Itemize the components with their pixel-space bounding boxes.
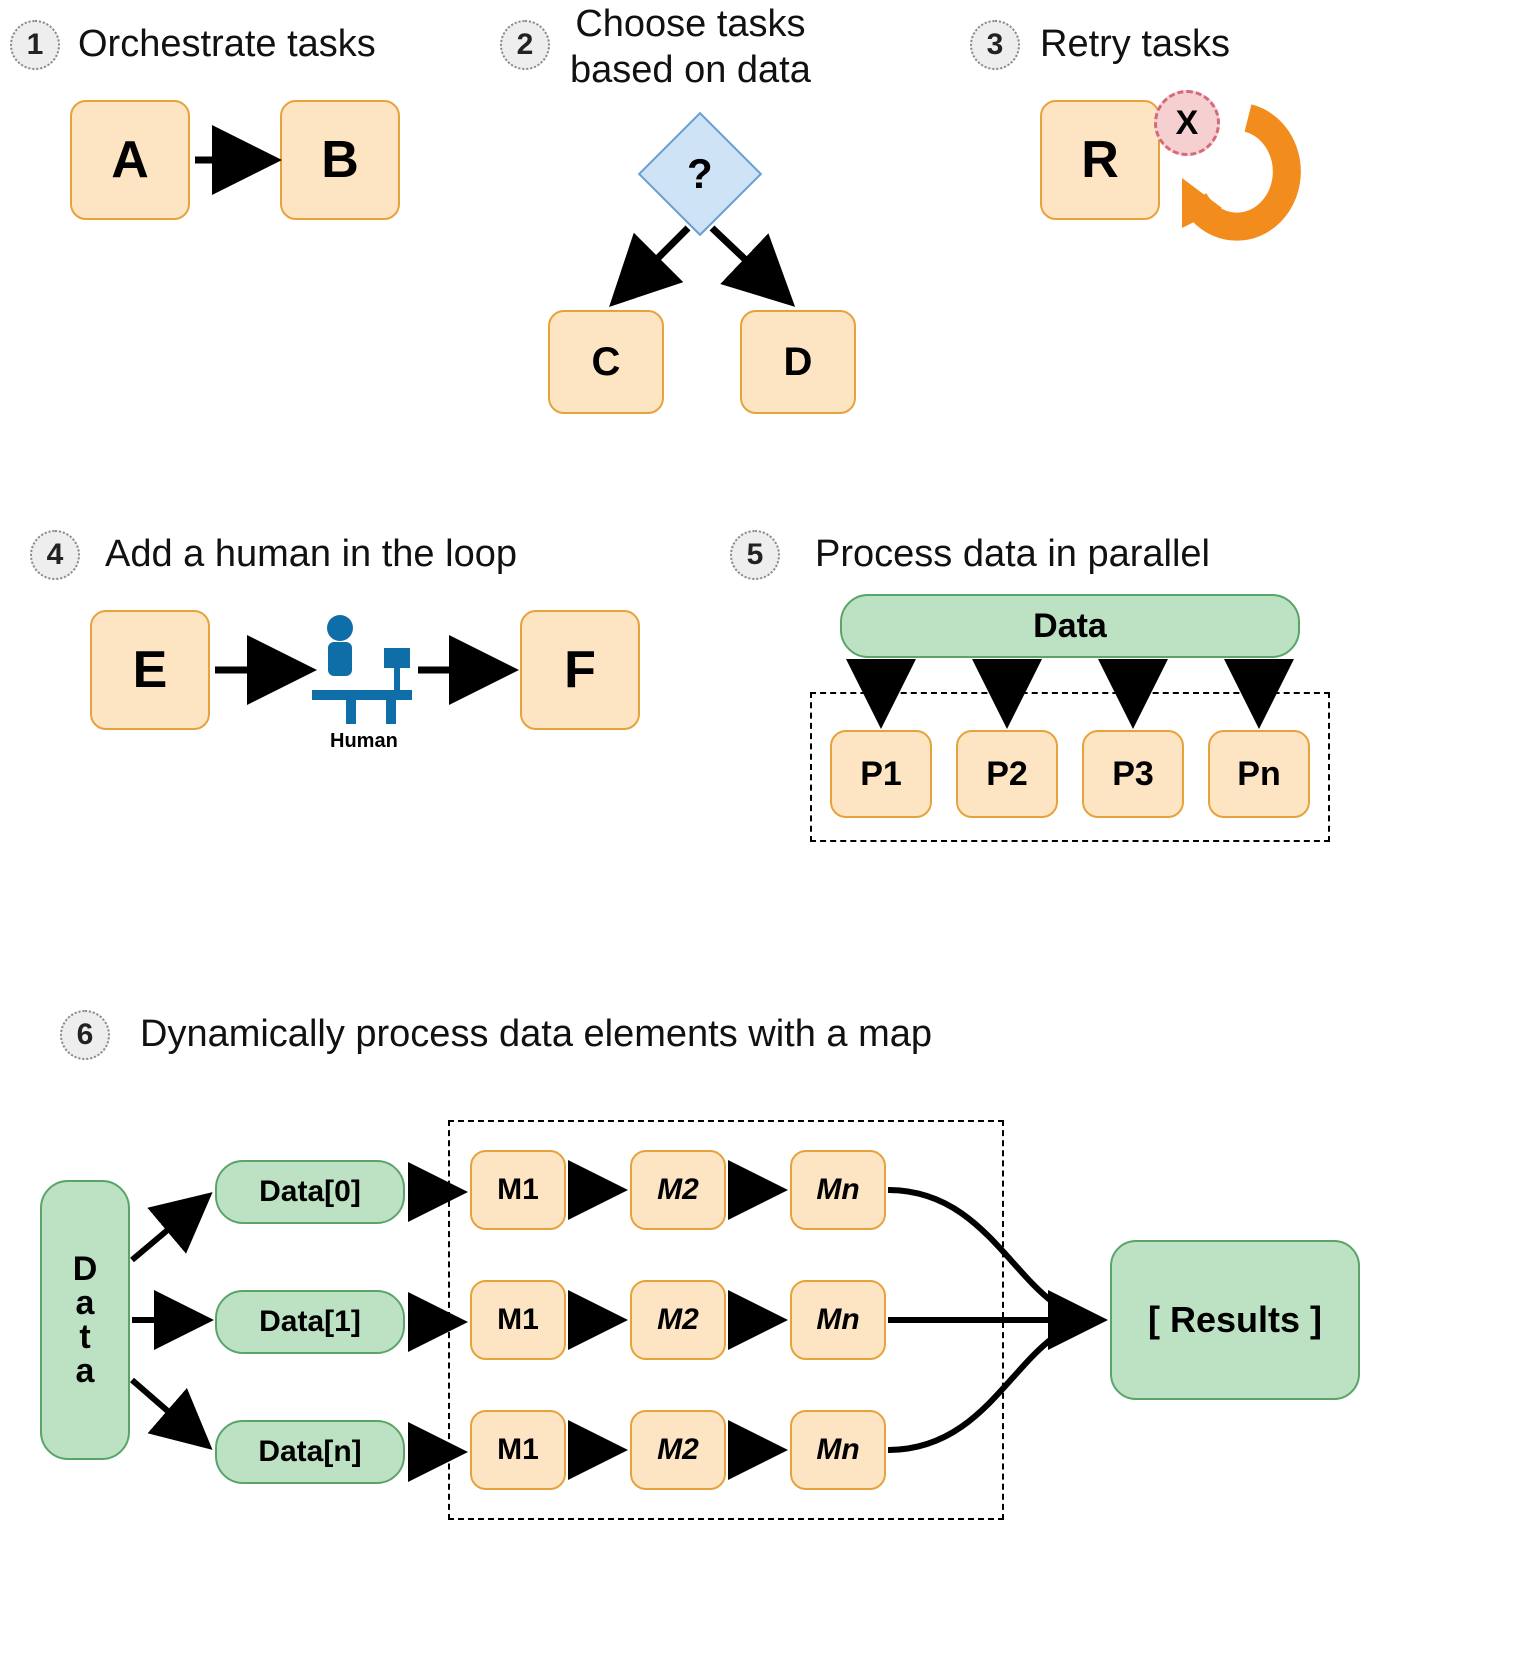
- task-label: D: [784, 340, 813, 385]
- section-badge-4: 4: [30, 530, 80, 580]
- task-p1: P1: [830, 730, 932, 818]
- task-d: D: [740, 310, 856, 414]
- task-label: M1: [497, 1303, 539, 1337]
- data-label: Data: [1033, 607, 1107, 646]
- task-c: C: [548, 310, 664, 414]
- task-mn-r0: Mn: [790, 1150, 886, 1230]
- task-label: Mn: [816, 1303, 859, 1337]
- task-p2: P2: [956, 730, 1058, 818]
- section-title-4: Add a human in the loop: [105, 532, 517, 578]
- data-row-label: Data[1]: [259, 1305, 361, 1339]
- task-label: P3: [1112, 755, 1154, 794]
- task-mn-rn: Mn: [790, 1410, 886, 1490]
- section-title-5: Process data in parallel: [815, 532, 1210, 578]
- section-number: 1: [27, 28, 44, 62]
- section-title-3: Retry tasks: [1040, 22, 1230, 68]
- data-row-0: Data[0]: [215, 1160, 405, 1224]
- task-label: F: [564, 640, 596, 700]
- task-m1-r0: M1: [470, 1150, 566, 1230]
- task-m2-rn: M2: [630, 1410, 726, 1490]
- data-row-label: Data[n]: [258, 1435, 361, 1469]
- task-m1-r1: M1: [470, 1280, 566, 1360]
- section-badge-5: 5: [730, 530, 780, 580]
- data-label-char: a: [76, 1286, 95, 1320]
- error-label: X: [1176, 104, 1199, 143]
- human-icon: [312, 615, 412, 724]
- data-row-label: Data[0]: [259, 1175, 361, 1209]
- results-box: [ Results ]: [1110, 1240, 1360, 1400]
- data-label-char: D: [73, 1252, 98, 1286]
- task-label: R: [1081, 130, 1119, 190]
- section-badge-6: 6: [60, 1010, 110, 1060]
- task-pn: Pn: [1208, 730, 1310, 818]
- section-number: 6: [77, 1018, 94, 1052]
- task-a: A: [70, 100, 190, 220]
- task-m2-r0: M2: [630, 1150, 726, 1230]
- section-title-2: Choose tasks based on data: [570, 2, 811, 93]
- section-badge-3: 3: [970, 20, 1020, 70]
- task-label: Pn: [1237, 755, 1280, 794]
- human-label: Human: [330, 730, 398, 753]
- task-mn-r1: Mn: [790, 1280, 886, 1360]
- task-label: M2: [657, 1303, 699, 1337]
- task-label: M2: [657, 1173, 699, 1207]
- data-pill: Data: [840, 594, 1300, 658]
- section-number: 2: [517, 28, 534, 62]
- section-number: 3: [987, 28, 1004, 62]
- data-label-char: t: [79, 1320, 90, 1354]
- task-m1-rn: M1: [470, 1410, 566, 1490]
- task-label: P1: [860, 755, 902, 794]
- task-label: Mn: [816, 1433, 859, 1467]
- section-title-6: Dynamically process data elements with a…: [140, 1012, 932, 1058]
- task-label: Mn: [816, 1173, 859, 1207]
- error-indicator: X: [1154, 90, 1220, 156]
- data-row-n: Data[n]: [215, 1420, 405, 1484]
- decision-diamond: ?: [638, 112, 762, 236]
- task-e: E: [90, 610, 210, 730]
- task-r: R: [1040, 100, 1160, 220]
- section-badge-2: 2: [500, 20, 550, 70]
- task-label: M1: [497, 1173, 539, 1207]
- task-label: M2: [657, 1433, 699, 1467]
- task-p3: P3: [1082, 730, 1184, 818]
- section-title-1: Orchestrate tasks: [78, 22, 376, 68]
- section-number: 5: [747, 538, 764, 572]
- task-m2-r1: M2: [630, 1280, 726, 1360]
- task-f: F: [520, 610, 640, 730]
- section-badge-1: 1: [10, 20, 60, 70]
- task-label: A: [111, 130, 149, 190]
- data-pill-vertical: D a t a: [40, 1180, 130, 1460]
- task-label: B: [321, 130, 359, 190]
- section-number: 4: [47, 538, 64, 572]
- task-label: M1: [497, 1433, 539, 1467]
- data-label-char: a: [76, 1354, 95, 1388]
- task-label: C: [592, 340, 621, 385]
- task-label: E: [133, 640, 168, 700]
- data-row-1: Data[1]: [215, 1290, 405, 1354]
- results-label: [ Results ]: [1148, 1299, 1322, 1341]
- decision-label: ?: [687, 150, 713, 198]
- task-b: B: [280, 100, 400, 220]
- task-label: P2: [986, 755, 1028, 794]
